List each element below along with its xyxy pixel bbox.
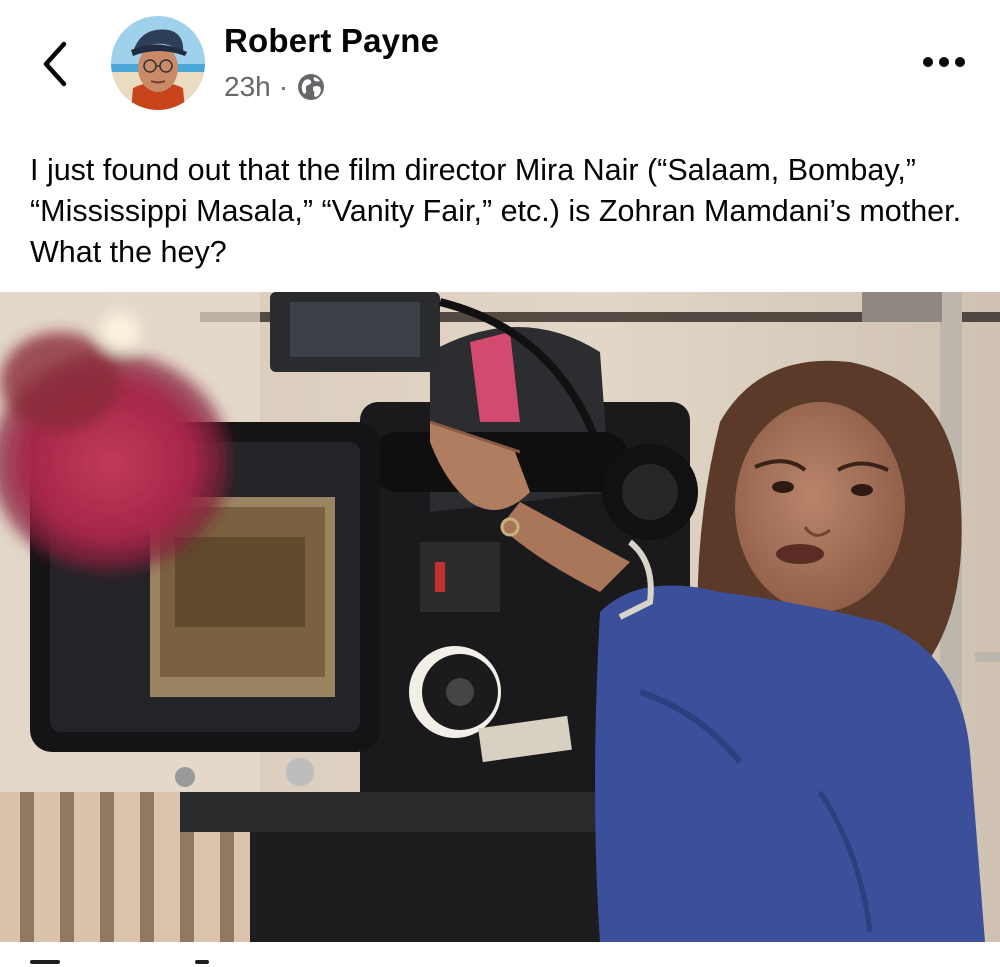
meta-separator: ·: [278, 71, 289, 102]
chevron-left-icon: [43, 41, 67, 87]
post-time[interactable]: 23h: [224, 71, 271, 103]
post-header: Robert Payne 23h ·: [0, 0, 1000, 125]
author-name[interactable]: Robert Payne: [224, 22, 439, 60]
more-options-button[interactable]: [912, 40, 976, 84]
more-dots-icon: [955, 57, 965, 67]
back-button[interactable]: [30, 36, 80, 92]
more-dots-icon: [923, 57, 933, 67]
post-text: I just found out that the film director …: [30, 153, 962, 269]
globe-icon[interactable]: [296, 72, 326, 102]
photo-film-director-camera: [0, 292, 1000, 942]
avatar[interactable]: [111, 16, 205, 110]
post-footer: [0, 942, 1000, 967]
footer-icon-fragment: [30, 960, 60, 964]
post-meta: 23h ·: [224, 68, 326, 106]
footer-icon-fragment: [195, 960, 209, 964]
more-dots-icon: [939, 57, 949, 67]
post-photo[interactable]: [0, 292, 1000, 942]
avatar-image: [111, 16, 205, 110]
